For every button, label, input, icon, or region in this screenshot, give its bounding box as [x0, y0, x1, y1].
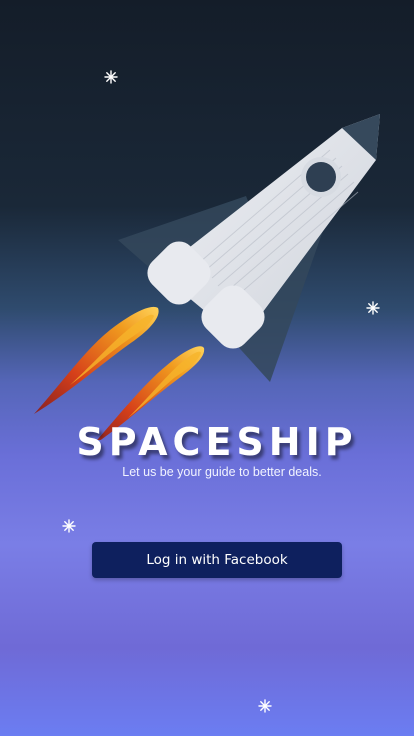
- splash-screen: SPACESHIP Let us be your guide to better…: [0, 0, 414, 736]
- star-icon: [258, 699, 272, 713]
- app-tagline: Let us be your guide to better deals.: [122, 465, 322, 479]
- facebook-login-button[interactable]: Log in with Facebook: [92, 542, 342, 578]
- rocket-icon: [34, 114, 380, 440]
- star-icon: [62, 519, 76, 533]
- app-title: SPACESHIP: [76, 420, 358, 464]
